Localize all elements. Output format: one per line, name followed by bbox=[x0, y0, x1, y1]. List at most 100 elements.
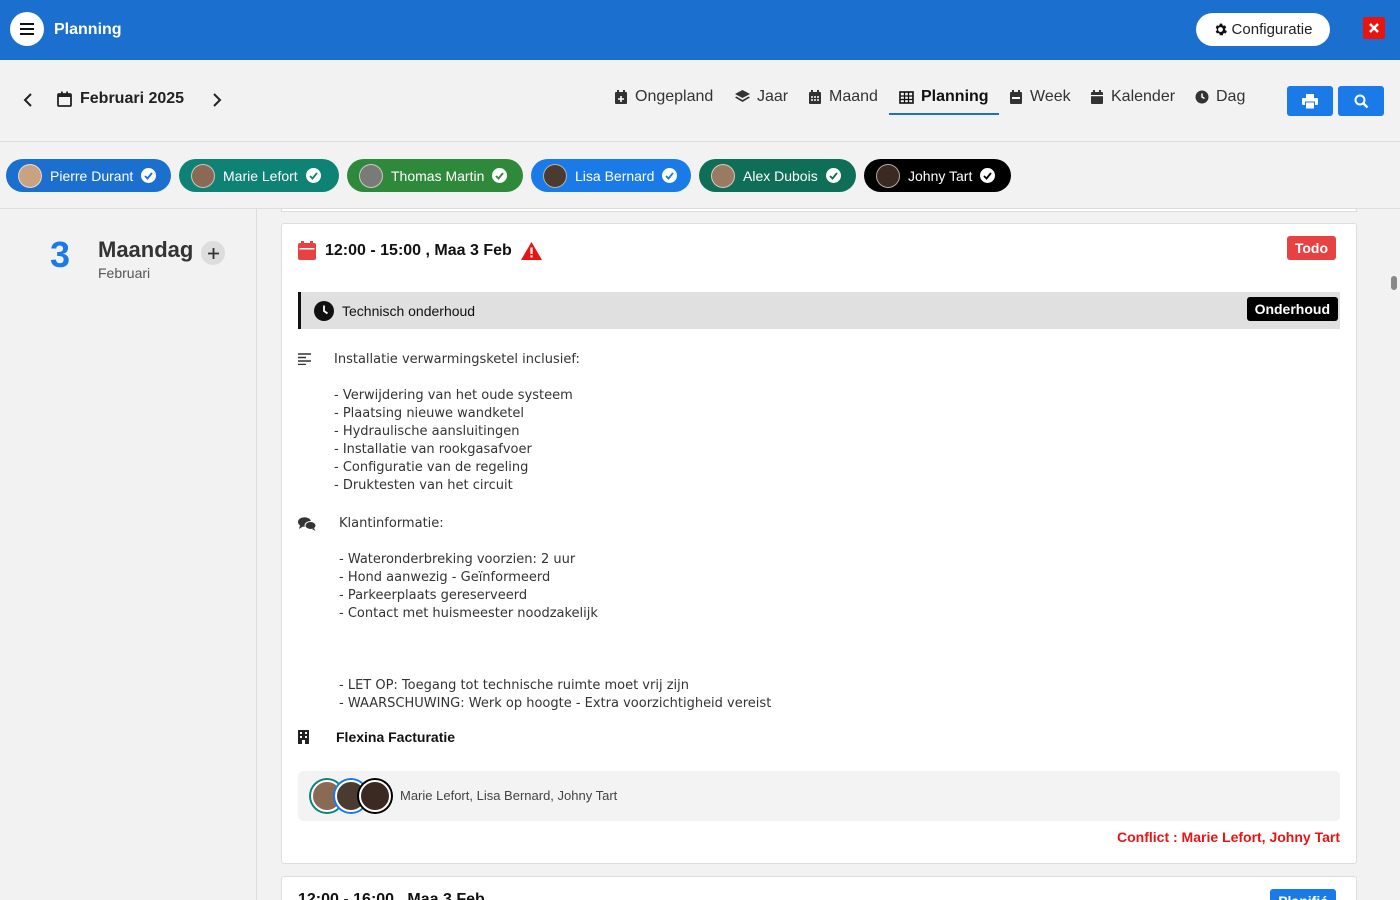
menu-button[interactable] bbox=[10, 12, 44, 46]
resource-name: Pierre Durant bbox=[50, 167, 134, 184]
clock-icon bbox=[314, 300, 334, 321]
resource-chip[interactable]: Johny Tart bbox=[864, 159, 1011, 192]
current-period-label: Februari 2025 bbox=[80, 90, 185, 107]
resource-name: Alex Dubois bbox=[743, 167, 818, 184]
calendar-icon bbox=[298, 241, 316, 260]
event-time: 12:00 - 15:00 , Maa 3 Feb bbox=[325, 241, 512, 259]
chevron-left-icon bbox=[23, 93, 32, 107]
check-icon bbox=[980, 168, 996, 183]
check-icon bbox=[492, 168, 508, 183]
resource-chip[interactable]: Lisa Bernard bbox=[531, 159, 691, 192]
layers-icon bbox=[735, 90, 750, 102]
next-month-button[interactable] bbox=[207, 90, 227, 110]
resource-chip[interactable]: Thomas Martin bbox=[347, 159, 523, 192]
configuration-button[interactable]: Configuratie bbox=[1196, 13, 1330, 46]
view-dag[interactable]: Dag bbox=[1195, 88, 1245, 106]
navigation-bar: Februari 2025 Ongepland Jaar Maand Plann… bbox=[0, 60, 1400, 142]
comments-icon bbox=[298, 517, 316, 531]
view-maand[interactable]: Maand bbox=[808, 88, 878, 106]
calendar-icon bbox=[1091, 89, 1103, 104]
building-icon bbox=[298, 730, 309, 744]
search-button[interactable] bbox=[1338, 86, 1384, 116]
resource-filter-bar: Pierre Durant Marie Lefort Thomas Martin… bbox=[0, 143, 1400, 209]
avatar bbox=[543, 163, 567, 188]
resource-chip[interactable]: Alex Dubois bbox=[699, 159, 856, 192]
type-badge: Onderhoud bbox=[1246, 297, 1338, 321]
event-list: 12:00 - 15:00 , Maa 3 Feb Todo Technisch… bbox=[257, 209, 1400, 900]
view-label: Ongepland bbox=[635, 88, 714, 105]
view-label: Week bbox=[1030, 88, 1071, 105]
previous-month-button[interactable] bbox=[18, 90, 38, 110]
day-month: Februari bbox=[98, 265, 151, 281]
app-title: Planning bbox=[54, 21, 122, 38]
search-icon bbox=[1354, 94, 1368, 108]
assignees-panel: Marie Lefort, Lisa Bernard, Johny Tart bbox=[298, 771, 1340, 821]
resource-name: Johny Tart bbox=[908, 167, 973, 184]
check-icon bbox=[662, 168, 678, 183]
client-info-text: Klantinformatie: - Wateronderbreking voo… bbox=[339, 516, 772, 711]
print-button[interactable] bbox=[1287, 86, 1333, 116]
clock-icon bbox=[1195, 90, 1209, 104]
close-icon bbox=[1369, 23, 1379, 33]
calendar-week-icon bbox=[1010, 89, 1022, 104]
view-jaar[interactable]: Jaar bbox=[735, 88, 788, 106]
view-ongepland[interactable]: Ongepland bbox=[614, 88, 713, 106]
event-header: 12:00 - 15:00 , Maa 3 Feb bbox=[298, 241, 542, 260]
conflict-warning: Conflict : Marie Lefort, Johny Tart bbox=[1117, 829, 1340, 845]
avatar bbox=[18, 163, 42, 188]
scrollbar-thumb[interactable] bbox=[1391, 276, 1397, 290]
day-name: Maandag bbox=[98, 237, 194, 262]
description-text: Installatie verwarmingsketel inclusief: … bbox=[334, 352, 580, 493]
plus-icon bbox=[207, 247, 219, 259]
avatar bbox=[191, 163, 215, 188]
current-period[interactable]: Februari 2025 bbox=[57, 90, 184, 108]
add-event-button[interactable] bbox=[201, 241, 225, 265]
status-badge: Planifié bbox=[1270, 889, 1336, 900]
company-name: Flexina Facturatie bbox=[336, 729, 456, 745]
top-bar: Planning Configuratie bbox=[0, 0, 1400, 60]
gear-icon bbox=[1215, 23, 1227, 36]
day-column: 3 Maandag Februari bbox=[0, 209, 257, 900]
view-label: Maand bbox=[829, 88, 878, 105]
print-icon bbox=[1302, 93, 1318, 109]
event-card[interactable]: 12:00 - 15:00 , Maa 3 Feb Todo Technisch… bbox=[281, 223, 1357, 864]
calendar-grid-icon bbox=[809, 89, 821, 104]
calendar-plus-icon bbox=[615, 89, 627, 104]
view-kalender[interactable]: Kalender bbox=[1090, 88, 1175, 106]
align-left-icon bbox=[298, 353, 311, 365]
check-icon bbox=[305, 168, 321, 183]
client-info-section: Klantinformatie: - Wateronderbreking voo… bbox=[298, 515, 898, 715]
avatar bbox=[359, 780, 391, 812]
check-icon bbox=[141, 168, 157, 183]
view-label: Planning bbox=[921, 88, 989, 105]
event-card[interactable]: 12:00 - 16:00 , Maa 3 Feb Planifié bbox=[281, 876, 1357, 900]
close-button[interactable] bbox=[1363, 17, 1385, 39]
view-week[interactable]: Week bbox=[1009, 88, 1071, 106]
resource-name: Marie Lefort bbox=[223, 167, 298, 184]
check-icon bbox=[825, 168, 841, 183]
view-label: Kalender bbox=[1111, 88, 1176, 105]
previous-event-card bbox=[281, 209, 1357, 212]
resource-chip[interactable]: Pierre Durant bbox=[6, 159, 171, 192]
resource-name: Lisa Bernard bbox=[575, 167, 655, 184]
resource-chip[interactable]: Marie Lefort bbox=[179, 159, 339, 192]
table-icon bbox=[899, 90, 914, 104]
chevron-right-icon bbox=[213, 93, 222, 107]
view-planning[interactable]: Planning bbox=[899, 88, 989, 106]
avatar bbox=[359, 163, 383, 188]
active-view-indicator bbox=[889, 113, 999, 115]
day-number: 3 bbox=[50, 234, 71, 275]
company-row: Flexina Facturatie bbox=[298, 729, 455, 745]
task-name: Technisch onderhoud bbox=[342, 302, 476, 319]
task-bar: Technisch onderhoud Onderhoud bbox=[298, 292, 1340, 329]
view-label: Jaar bbox=[757, 88, 789, 105]
assignee-names: Marie Lefort, Lisa Bernard, Johny Tart bbox=[400, 788, 618, 803]
calendar-icon bbox=[57, 91, 72, 107]
avatar bbox=[711, 163, 735, 188]
view-label: Dag bbox=[1216, 88, 1246, 105]
configuration-label: Configuratie bbox=[1231, 21, 1313, 38]
hamburger-icon bbox=[20, 23, 34, 35]
event-time: 12:00 - 16:00 , Maa 3 Feb bbox=[298, 891, 485, 900]
description-section: Installatie verwarmingsketel inclusief: … bbox=[298, 351, 898, 496]
resource-name: Thomas Martin bbox=[391, 167, 485, 184]
